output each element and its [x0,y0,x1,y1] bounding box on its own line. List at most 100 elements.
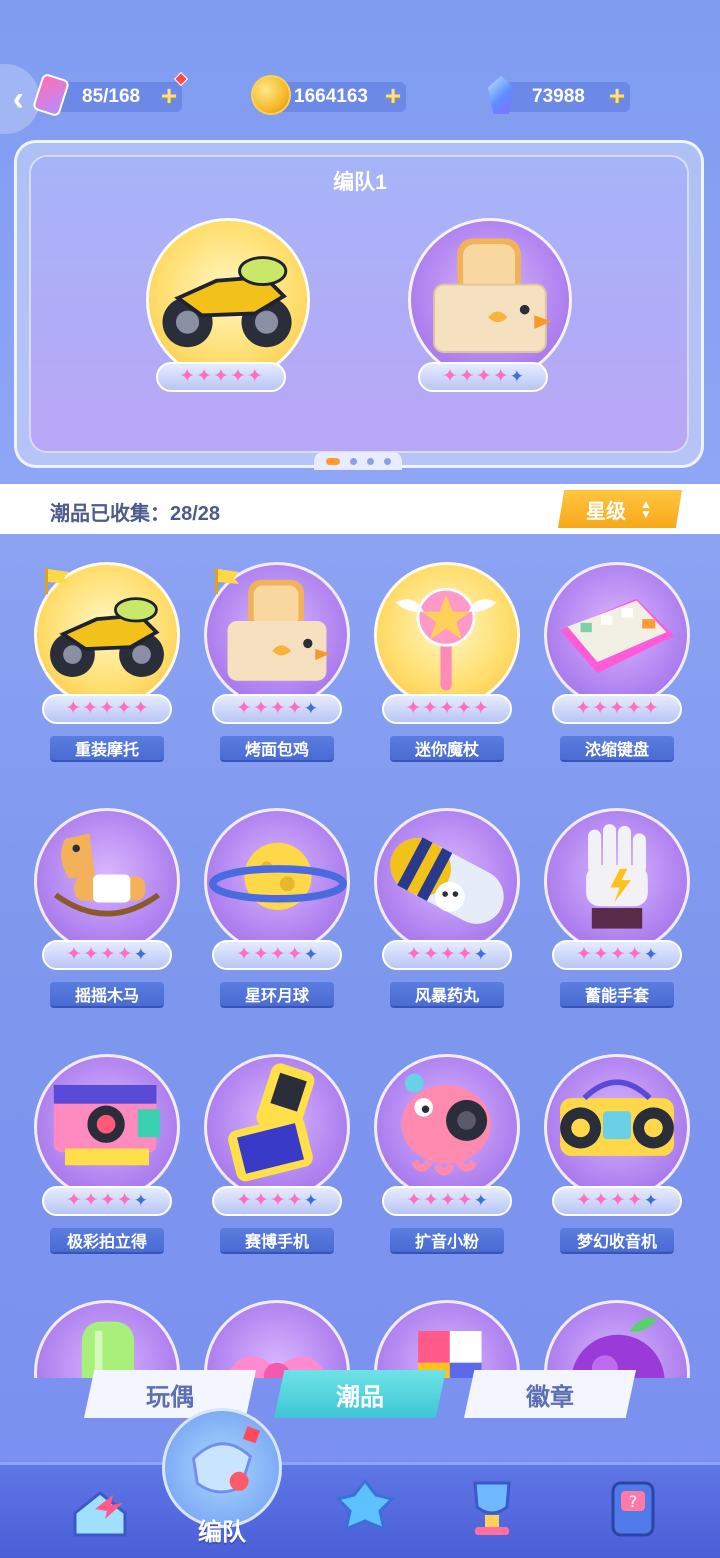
page-dot-1[interactable] [325,457,340,465]
star-filled-icon: ✦ [422,1190,439,1211]
gamepad-icon [335,1478,395,1532]
tab-trendy-items[interactable]: 潮品 [274,1370,446,1418]
star-filled-icon: ✦ [246,366,263,387]
star-empty-icon: ✦ [473,945,488,964]
tab-badges[interactable]: 徽章 [464,1370,636,1418]
nav-ranking[interactable] [432,1465,542,1558]
page-dot-4[interactable] [383,457,391,465]
star-filled-icon: ✦ [626,1190,643,1211]
star-empty-icon: ✦ [303,945,318,964]
gem-counter: 73988 + [488,76,630,114]
collection-item[interactable] [20,1272,190,1378]
mystery-box-icon: ? [611,1481,655,1537]
item-star-rating: ✦ ✦ ✦ ✦ ✦ [212,940,342,970]
star-filled-icon: ✦ [66,1190,82,1211]
collection-item[interactable]: ✦ ✦ ✦ ✦ ✦ 扩音小粉 [360,1026,530,1256]
add-gems-button[interactable]: + [606,82,628,110]
star-filled-icon: ✦ [236,1190,252,1211]
trophy-icon [473,1481,511,1535]
star-filled-icon: ✦ [116,1190,133,1211]
star-filled-icon: ✦ [99,698,115,719]
item-name: 极彩拍立得 [50,1228,164,1254]
star-filled-icon: ✦ [626,944,643,965]
star-filled-icon: ✦ [65,698,82,719]
star-empty-icon: ✦ [643,1191,658,1210]
item-name: 风暴药丸 [390,982,504,1008]
star-filled-icon: ✦ [252,698,269,719]
formation-slot-1[interactable]: ✦ ✦ ✦ ✦ ✦ [146,218,310,398]
collection-item[interactable]: ✦ ✦ ✦ ✦ ✦ 重装摩托 [20,534,190,764]
star-empty-icon: ✦ [133,1191,148,1210]
star-filled-icon: ✦ [439,944,456,965]
nav-play[interactable] [305,1465,415,1558]
collection-item[interactable] [530,1272,700,1378]
svg-text:?: ? [629,1492,638,1511]
star-empty-icon: ✦ [473,1191,488,1210]
formation-slot-2[interactable]: ✦ ✦ ✦ ✦ ✦ [408,218,572,398]
collection-item[interactable]: ✦ ✦ ✦ ✦ ✦ 梦幻收音机 [530,1026,700,1256]
nav-mystery-box[interactable]: ? [572,1465,682,1558]
star-filled-icon: ✦ [286,1190,303,1211]
item-name: 重装摩托 [50,736,164,762]
page-dot-2[interactable] [349,457,357,465]
item-name: 梦幻收音机 [560,1228,674,1254]
item-name: 蓄能手套 [560,982,674,1008]
collection-item[interactable]: ✦ ✦ ✦ ✦ ✦ 迷你魔杖 [360,534,530,764]
star-filled-icon: ✦ [406,1190,422,1211]
star-filled-icon: ✦ [213,366,229,387]
item-star-rating: ✦ ✦ ✦ ✦ ✦ [552,940,682,970]
star-filled-icon: ✦ [592,1190,609,1211]
star-filled-icon: ✦ [472,698,489,719]
star-filled-icon: ✦ [576,1190,592,1211]
rocking-horse-icon [34,808,180,954]
collection-item[interactable]: ✦ ✦ ✦ ✦ ✦ 星环月球 [190,780,360,1010]
sort-arrows-icon: ▲ ▼ [640,497,652,521]
nav-formation-label: 编队 [198,1519,246,1546]
storm-pill-icon [374,808,520,954]
collection-item[interactable] [190,1272,360,1378]
coin-counter: 1664163 + [251,75,406,115]
item-name: 迷你魔杖 [390,736,504,762]
nav-formation[interactable] [162,1408,282,1528]
collection-item[interactable]: ✦ ✦ ✦ ✦ ✦ 赛博手机 [190,1026,360,1256]
collection-item[interactable]: ✦ ✦ ✦ ✦ ✦ 浓缩键盘 [530,534,700,764]
collection-item[interactable]: ✦ ✦ ✦ ✦ ✦ 极彩拍立得 [20,1026,190,1256]
nav-home[interactable] [40,1465,150,1558]
collection-item[interactable]: ✦ ✦ ✦ ✦ ✦ 摇摇木马 [20,780,190,1010]
collection-bar: 潮品已收集：28/28 星级 ▲ ▼ [0,484,720,534]
star-empty-icon: ✦ [509,367,524,386]
add-coins-button[interactable]: + [382,82,404,110]
stamina-counter: 85/168 + [31,71,189,118]
star-filled-icon: ✦ [269,698,286,719]
star-filled-icon: ✦ [269,1190,286,1211]
star-filled-icon: ✦ [576,944,592,965]
currency-bar: ‹ 85/168 + 1664163 + 73988 + [0,64,720,134]
add-stamina-button[interactable]: + [158,82,180,110]
boombox-icon [544,1054,690,1200]
item-star-rating: ✦ ✦ ✦ ✦ ✦ [382,940,512,970]
keyboard-icon [544,562,690,708]
item-name: 浓缩键盘 [560,736,674,762]
item-name: 星环月球 [220,982,334,1008]
collection-item[interactable] [360,1272,530,1378]
item-star-rating: ✦ ✦ ✦ ✦ ✦ [382,1186,512,1216]
collection-item[interactable]: ✦ ✦ ✦ ✦ ✦ 烤面包鸡 [190,534,360,764]
star-filled-icon: ✦ [252,944,269,965]
star-filled-icon: ✦ [642,698,659,719]
pink-bow-icon [204,1300,350,1378]
star-filled-icon: ✦ [132,698,149,719]
star-filled-icon: ✦ [458,366,475,387]
flag-icon [212,566,242,596]
star-filled-icon: ✦ [609,698,625,719]
star-filled-icon: ✦ [286,698,303,719]
page-dot-3[interactable] [366,457,374,465]
collection-item[interactable]: ✦ ✦ ✦ ✦ ✦ 风暴药丸 [360,780,530,1010]
collection-item[interactable]: ✦ ✦ ✦ ✦ ✦ 蓄能手套 [530,780,700,1010]
sort-by-stars-button[interactable]: 星级 ▲ ▼ [558,490,682,528]
item-name: 赛博手机 [220,1228,334,1254]
motorcycle-icon [146,218,310,382]
star-filled-icon: ✦ [442,366,458,387]
plum-icon [544,1300,690,1378]
coin-icon [248,72,294,118]
item-star-rating: ✦ ✦ ✦ ✦ ✦ [42,940,172,970]
